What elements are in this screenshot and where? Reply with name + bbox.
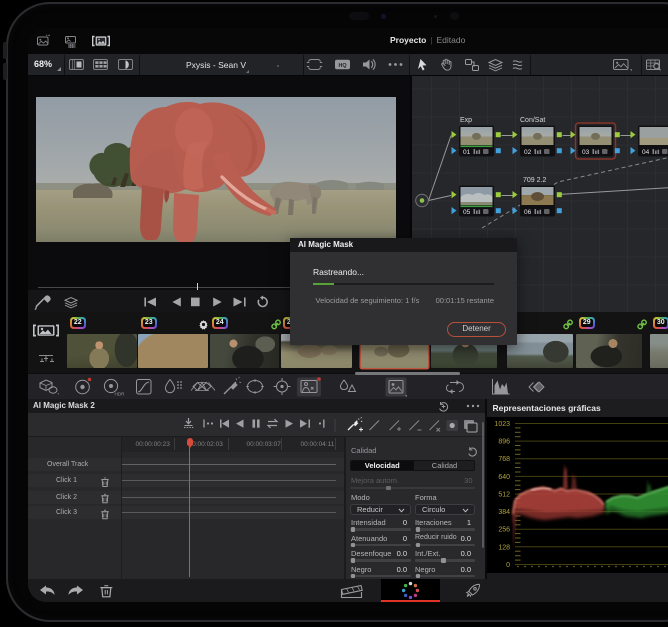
svg-text:768: 768 bbox=[498, 456, 510, 463]
svg-text:384: 384 bbox=[498, 509, 510, 516]
svg-text:HDR: HDR bbox=[115, 392, 126, 397]
svg-text:06: 06 bbox=[524, 209, 532, 216]
svg-text:05: 05 bbox=[463, 209, 471, 216]
svg-text:Exp: Exp bbox=[460, 117, 472, 124]
svg-text:256: 256 bbox=[498, 527, 510, 534]
svg-text:0: 0 bbox=[506, 562, 510, 569]
svg-text:896: 896 bbox=[498, 439, 510, 446]
svg-text:128: 128 bbox=[498, 544, 510, 551]
svg-text:1023: 1023 bbox=[494, 421, 510, 428]
svg-text:709 2.2: 709 2.2 bbox=[523, 177, 546, 184]
svg-text:03: 03 bbox=[582, 149, 590, 156]
svg-text:02: 02 bbox=[524, 149, 532, 156]
svg-text:01: 01 bbox=[463, 149, 471, 156]
svg-text:HQ: HQ bbox=[338, 63, 346, 69]
svg-text:512: 512 bbox=[498, 492, 510, 499]
svg-text:04: 04 bbox=[642, 149, 650, 156]
svg-text:Con/Sat: Con/Sat bbox=[520, 117, 545, 124]
svg-text:640: 640 bbox=[498, 474, 510, 481]
